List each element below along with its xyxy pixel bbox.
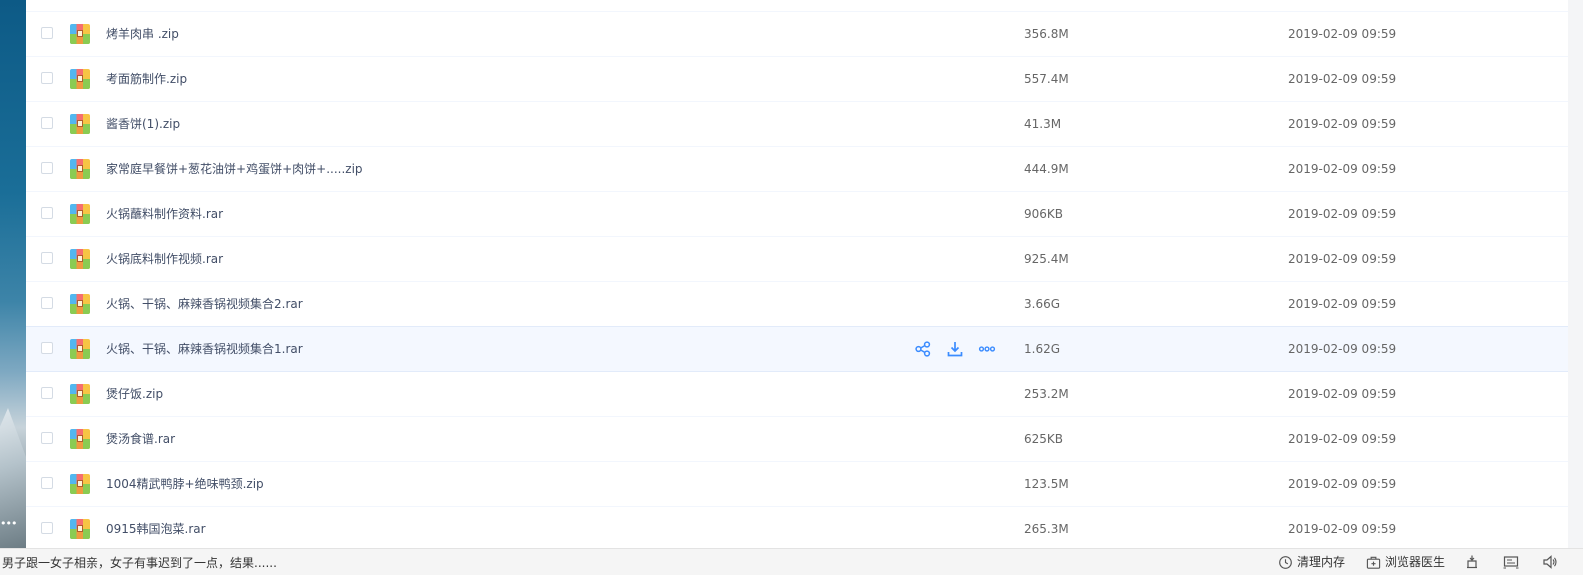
row-checkbox[interactable] bbox=[41, 117, 53, 129]
file-name-link[interactable]: 煲仔饭.zip bbox=[106, 372, 163, 416]
archive-file-icon bbox=[70, 249, 90, 269]
scrollbar-track[interactable] bbox=[1568, 0, 1583, 548]
file-date: 2019-02-09 09:59 bbox=[1288, 72, 1397, 86]
file-date: 2019-02-09 09:59 bbox=[1288, 387, 1397, 401]
file-name-link[interactable]: 家常庭早餐饼+葱花油饼+鸡蛋饼+肉饼+.....zip bbox=[106, 147, 363, 191]
file-row[interactable]: 火锅蘸料制作资料.rar 906KB 2019-02-09 09:59 bbox=[26, 192, 1568, 237]
file-list-panel: 烤羊肉串 .zip 356.8M 2019-02-09 09:59 考面筋制作.zip… bbox=[26, 0, 1568, 552]
share-icon bbox=[915, 341, 931, 357]
file-row[interactable]: 家常庭早餐饼+葱花油饼+鸡蛋饼+肉饼+.....zip 444.9M 2019-02… bbox=[26, 147, 1568, 192]
file-row[interactable]: 煲仔饭.zip 253.2M 2019-02-09 09:59 bbox=[26, 372, 1568, 417]
archive-file-icon bbox=[70, 519, 90, 539]
desktop-background-strip: ••• bbox=[0, 0, 26, 548]
file-row[interactable]: 1004精武鸭脖+绝味鸭颈.zip 123.5M 2019-02-09 09:59 bbox=[26, 462, 1568, 507]
file-row[interactable]: 0915韩国泡菜.rar 265.3M 2019-02-09 09:59 bbox=[26, 507, 1568, 552]
share-button[interactable] bbox=[914, 340, 932, 358]
file-row[interactable]: 考面筋制作.zip 557.4M 2019-02-09 09:59 bbox=[26, 57, 1568, 102]
file-row[interactable]: 烤羊肉串 .zip 356.8M 2019-02-09 09:59 bbox=[26, 12, 1568, 57]
archive-file-icon bbox=[70, 24, 90, 44]
clear-memory-button[interactable]: 清理内存 bbox=[1278, 553, 1345, 571]
file-name-link[interactable]: 考面筋制作.zip bbox=[106, 57, 187, 101]
file-date: 2019-02-09 09:59 bbox=[1288, 117, 1397, 131]
file-date: 2019-02-09 09:59 bbox=[1288, 297, 1397, 311]
file-size: 625KB bbox=[1024, 432, 1064, 446]
more-button[interactable] bbox=[978, 340, 996, 358]
file-size: 123.5M bbox=[1024, 477, 1069, 491]
archive-file-icon bbox=[70, 114, 90, 134]
file-name-link[interactable]: 烤羊肉串 .zip bbox=[106, 12, 179, 56]
file-date: 2019-02-09 09:59 bbox=[1288, 207, 1397, 221]
file-size: 925.4M bbox=[1024, 252, 1069, 266]
row-checkbox[interactable] bbox=[41, 27, 53, 39]
file-name-link[interactable]: 火锅、干锅、麻辣香锅视频集合2.rar bbox=[106, 282, 303, 326]
speaker-icon[interactable] bbox=[1542, 554, 1558, 570]
more-icon bbox=[978, 346, 996, 352]
archive-file-icon bbox=[70, 204, 90, 224]
row-checkbox[interactable] bbox=[41, 297, 53, 309]
row-checkbox[interactable] bbox=[41, 162, 53, 174]
file-size: 3.66G bbox=[1024, 297, 1061, 311]
file-size: 444.9M bbox=[1024, 162, 1069, 176]
file-name-link[interactable]: 酱香饼(1).zip bbox=[106, 102, 180, 146]
row-checkbox[interactable] bbox=[41, 522, 53, 534]
file-size: 356.8M bbox=[1024, 27, 1069, 41]
file-name-link[interactable]: 火锅、干锅、麻辣香锅视频集合1.rar bbox=[106, 327, 303, 371]
file-date: 2019-02-09 09:59 bbox=[1288, 477, 1397, 491]
archive-file-icon bbox=[70, 159, 90, 179]
archive-file-icon bbox=[70, 69, 90, 89]
file-row[interactable]: 煲汤食谱.rar 625KB 2019-02-09 09:59 bbox=[26, 417, 1568, 462]
file-row[interactable]: 火锅底料制作视频.rar 925.4M 2019-02-09 09:59 bbox=[26, 237, 1568, 282]
file-date: 2019-02-09 09:59 bbox=[1288, 162, 1397, 176]
clear-memory-label: 清理内存 bbox=[1297, 555, 1346, 569]
file-list: 烤羊肉串 .zip 356.8M 2019-02-09 09:59 考面筋制作.zip… bbox=[26, 12, 1568, 552]
file-name-link[interactable]: 火锅底料制作视频.rar bbox=[106, 237, 223, 281]
file-date: 2019-02-09 09:59 bbox=[1288, 522, 1397, 536]
archive-file-icon bbox=[70, 384, 90, 404]
file-date: 2019-02-09 09:59 bbox=[1288, 27, 1397, 41]
file-size: 1.62G bbox=[1024, 342, 1061, 356]
doctor-bag-icon bbox=[1366, 556, 1381, 569]
file-size: 253.2M bbox=[1024, 387, 1069, 401]
download-button[interactable] bbox=[946, 340, 964, 358]
screen-icon[interactable] bbox=[1503, 554, 1519, 570]
file-date: 2019-02-09 09:59 bbox=[1288, 252, 1397, 266]
row-checkbox[interactable] bbox=[41, 252, 53, 264]
archive-file-icon bbox=[70, 294, 90, 314]
row-checkbox[interactable] bbox=[41, 72, 53, 84]
file-row[interactable]: 火锅、干锅、麻辣香锅视频集合1.rar 1.62G 2019-02-09 09:59 bbox=[26, 326, 1568, 372]
row-checkbox[interactable] bbox=[41, 477, 53, 489]
browser-status-bar: 男子跟一女子相亲，女子有事迟到了一点，结果...... 清理内存 浏览器医生 bbox=[0, 548, 1583, 575]
file-row[interactable]: 酱香饼(1).zip 41.3M 2019-02-09 09:59 bbox=[26, 102, 1568, 147]
file-name-link[interactable]: 1004精武鸭脖+绝味鸭颈.zip bbox=[106, 462, 264, 506]
row-checkbox[interactable] bbox=[41, 432, 53, 444]
file-date: 2019-02-09 09:59 bbox=[1288, 342, 1397, 356]
row-checkbox[interactable] bbox=[41, 342, 53, 354]
download-icon bbox=[947, 342, 963, 357]
file-size: 265.3M bbox=[1024, 522, 1069, 536]
download-manager-icon[interactable] bbox=[1464, 554, 1480, 570]
row-checkbox[interactable] bbox=[41, 387, 53, 399]
file-size: 557.4M bbox=[1024, 72, 1069, 86]
file-size: 41.3M bbox=[1024, 117, 1062, 131]
file-name-link[interactable]: 0915韩国泡菜.rar bbox=[106, 507, 206, 551]
clock-icon bbox=[1279, 555, 1292, 569]
browser-doctor-button[interactable]: 浏览器医生 bbox=[1366, 553, 1445, 571]
archive-file-icon bbox=[70, 474, 90, 494]
row-checkbox[interactable] bbox=[41, 207, 53, 219]
more-dots-icon: ••• bbox=[0, 517, 17, 530]
file-size: 906KB bbox=[1024, 207, 1064, 221]
archive-file-icon bbox=[70, 429, 90, 449]
file-name-link[interactable]: 火锅蘸料制作资料.rar bbox=[106, 192, 223, 236]
status-news-link[interactable]: 男子跟一女子相亲，女子有事迟到了一点，结果...... bbox=[2, 554, 277, 571]
file-row[interactable]: 火锅、干锅、麻辣香锅视频集合2.rar 3.66G 2019-02-09 09:59 bbox=[26, 282, 1568, 327]
file-name-link[interactable]: 煲汤食谱.rar bbox=[106, 417, 175, 461]
archive-file-icon bbox=[70, 339, 90, 359]
file-date: 2019-02-09 09:59 bbox=[1288, 432, 1397, 446]
browser-doctor-label: 浏览器医生 bbox=[1385, 555, 1446, 569]
